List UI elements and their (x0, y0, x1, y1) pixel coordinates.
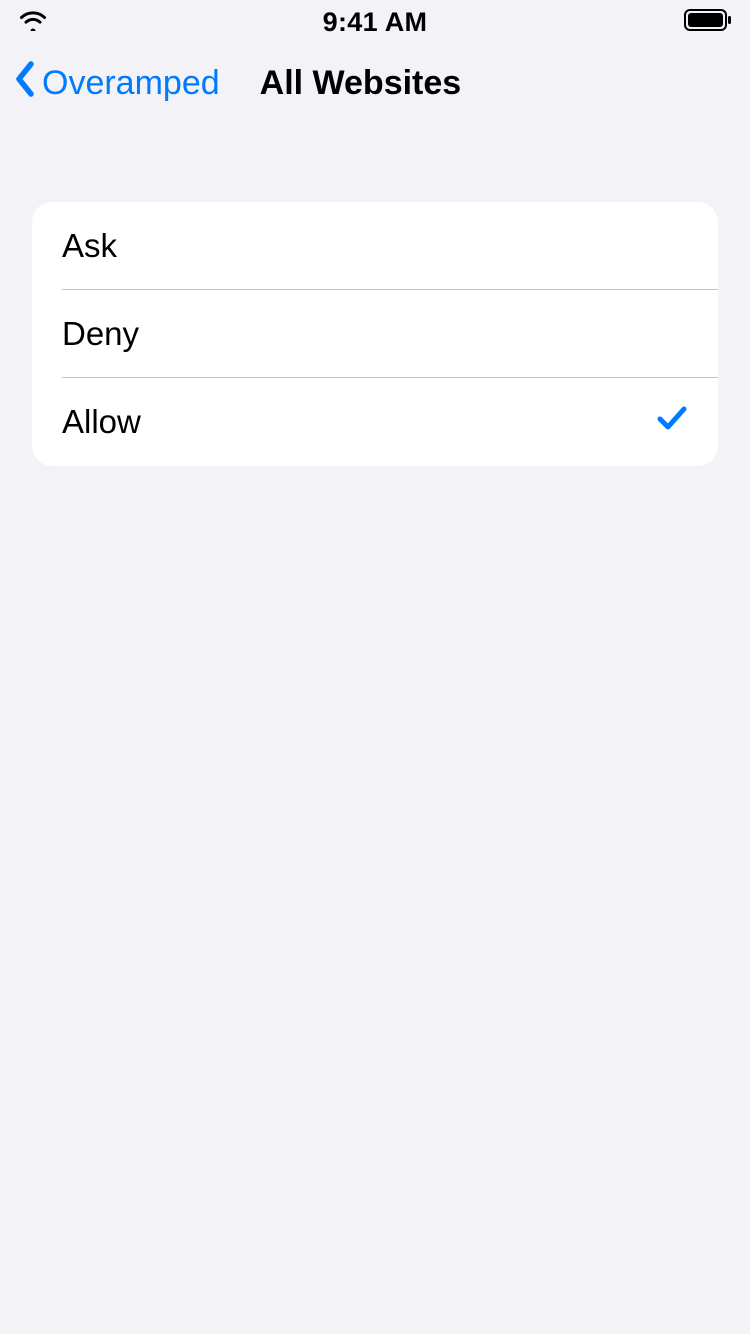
option-ask[interactable]: Ask (32, 202, 718, 290)
chevron-left-icon (14, 61, 36, 106)
option-allow[interactable]: Allow (32, 378, 718, 466)
status-time: 9:41 AM (323, 7, 428, 38)
content: Ask Deny Allow (0, 122, 750, 466)
status-right (684, 9, 732, 36)
options-list: Ask Deny Allow (32, 202, 718, 466)
wifi-icon (18, 9, 48, 36)
page-title: All Websites (260, 64, 462, 103)
back-button[interactable]: Overamped (14, 61, 220, 106)
option-label: Deny (62, 315, 139, 353)
back-label: Overamped (42, 64, 220, 103)
status-bar: 9:41 AM (0, 0, 750, 44)
nav-bar: Overamped All Websites (0, 44, 750, 122)
option-label: Allow (62, 403, 141, 441)
checkmark-icon (656, 402, 688, 442)
battery-icon (684, 9, 732, 36)
option-label: Ask (62, 227, 117, 265)
status-left (18, 9, 48, 36)
option-deny[interactable]: Deny (32, 290, 718, 378)
